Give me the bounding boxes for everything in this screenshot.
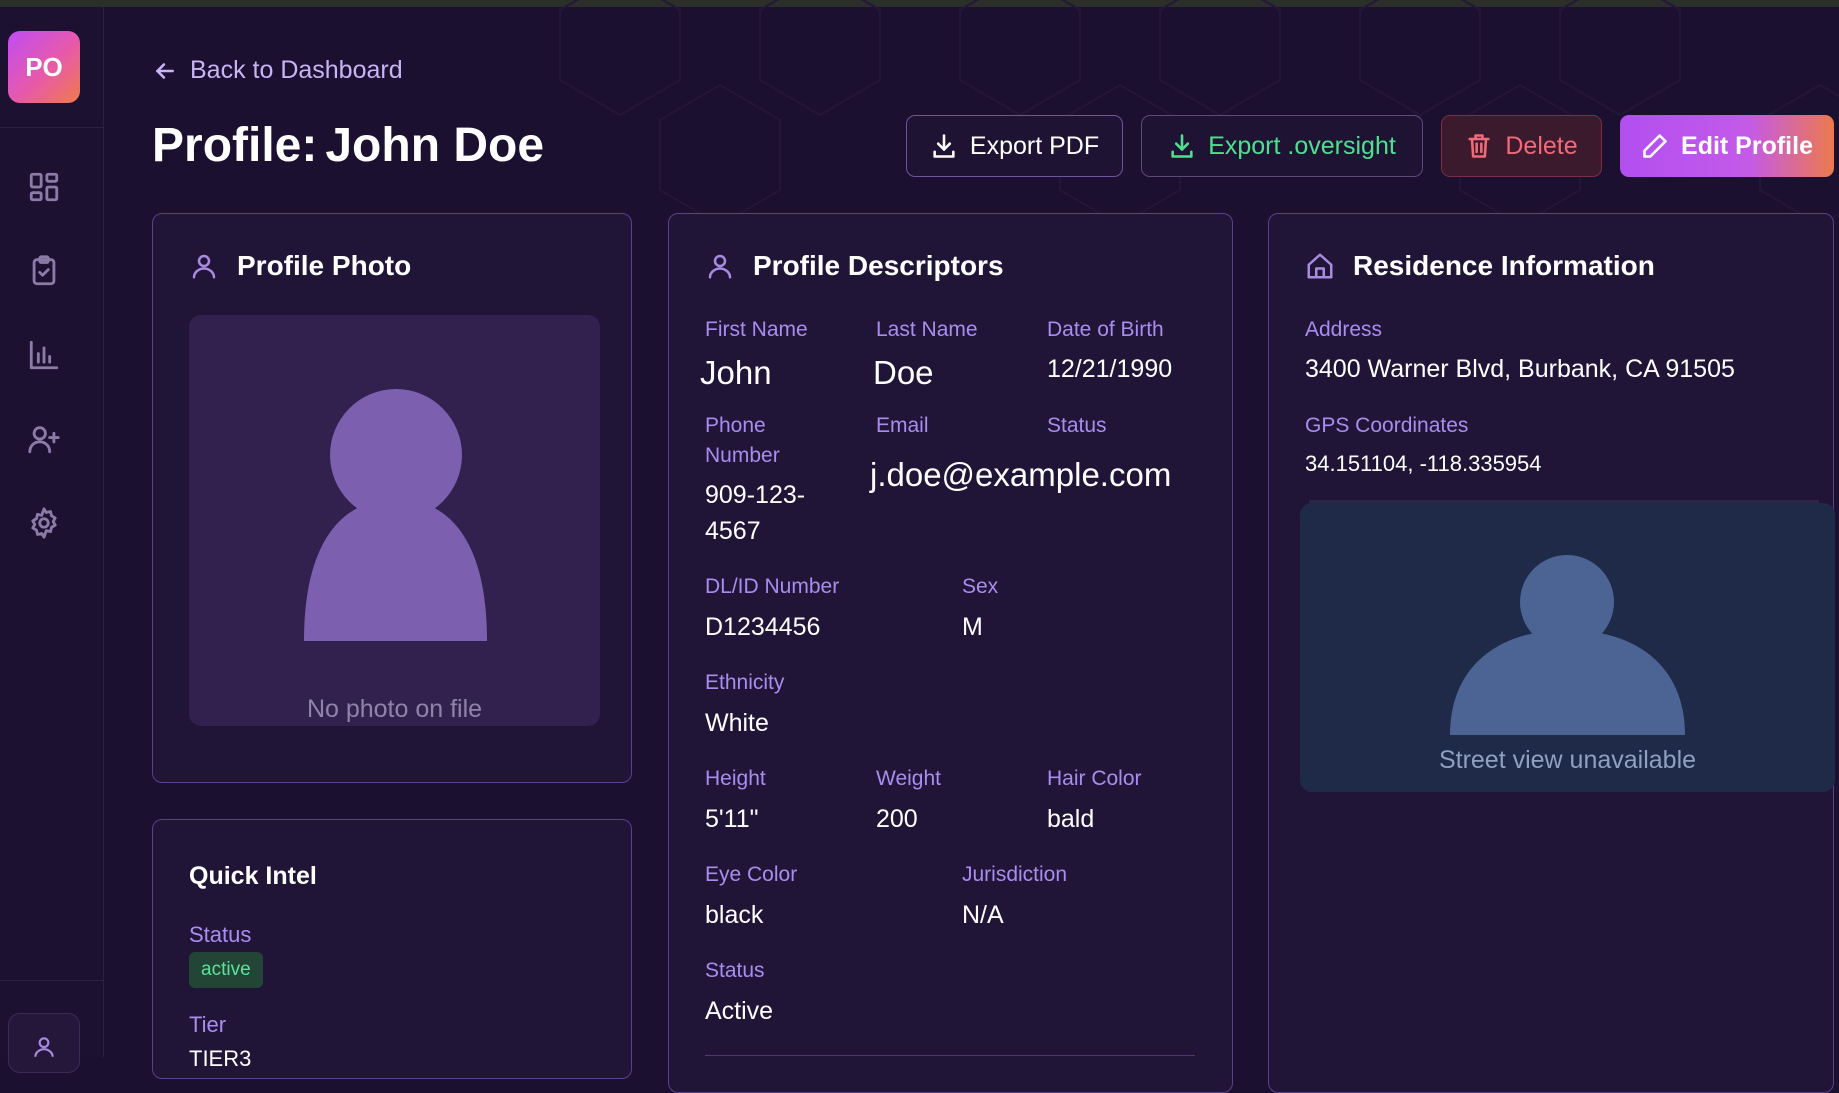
home-icon [1307, 253, 1333, 279]
sidebar-divider [0, 980, 103, 981]
jurisdiction-label: Jurisdiction [962, 863, 1068, 886]
dob-value: 12/21/1990 [1047, 355, 1173, 383]
section-divider [705, 1055, 1195, 1056]
intel-status-label: Status [189, 922, 252, 947]
gps-value: 34.151104, -118.335954 [1305, 451, 1542, 476]
bar-chart-icon[interactable] [25, 336, 63, 374]
no-photo-text: No photo on file [306, 695, 483, 723]
email-value: j.doe@example.com [870, 456, 1172, 493]
hair-color-value: bald [1047, 805, 1095, 833]
dl-id-label: DL/ID Number [705, 575, 840, 598]
weight-value: 200 [876, 805, 918, 833]
street-view-placeholder: Street view unavailable [1300, 503, 1835, 792]
export-oversight-button[interactable]: Export .oversight [1141, 115, 1423, 177]
user-icon [34, 1037, 54, 1057]
app-logo[interactable]: PO [8, 31, 80, 103]
status-badge: active [189, 952, 263, 988]
user-icon [708, 254, 732, 279]
quick-intel-card: Quick Intel Status active Tier TIER3 [152, 819, 632, 1079]
residence-information-card: Residence Information Address 3400 Warne… [1268, 213, 1835, 1093]
profile-photo-title: Profile Photo [237, 250, 412, 281]
page-title-prefix: Profile: [152, 119, 318, 172]
user-icon [192, 254, 216, 279]
last-name-label: Last Name [876, 318, 978, 341]
phone-value: 909-123-4567 [705, 481, 806, 545]
delete-label: Delete [1505, 131, 1578, 160]
intel-tier-label: Tier [189, 1012, 227, 1037]
jurisdiction-value: N/A [962, 901, 1004, 929]
first-name-label: First Name [705, 318, 808, 341]
height-value: 5'11" [705, 805, 759, 833]
profile-descriptors-title: Profile Descriptors [753, 250, 1004, 281]
ethnicity-label: Ethnicity [705, 671, 785, 694]
gear-icon[interactable] [25, 504, 63, 542]
user-plus-icon[interactable] [25, 420, 63, 458]
page-title: Profile: John Doe [152, 118, 544, 173]
intel-tier-value: TIER3 [189, 1046, 252, 1071]
trash-icon [1468, 134, 1490, 158]
gps-label: GPS Coordinates [1305, 414, 1469, 437]
hair-color-label: Hair Color [1047, 767, 1142, 790]
download-icon [1171, 134, 1193, 158]
profile-descriptors-card: Profile Descriptors First Name John Last… [668, 213, 1233, 1093]
pencil-icon [1643, 134, 1667, 158]
last-name-value: Doe [873, 354, 934, 391]
dob-label: Date of Birth [1047, 318, 1164, 341]
first-name-value: John [700, 354, 772, 391]
address-label: Address [1305, 318, 1383, 341]
height-label: Height [705, 767, 766, 790]
sex-value: M [962, 613, 983, 641]
back-to-dashboard-link[interactable]: Back to Dashboard [152, 56, 403, 85]
phone-label: Phone Number [705, 414, 780, 467]
export-pdf-button[interactable]: Export PDF [906, 115, 1123, 177]
sidebar: PO [0, 7, 104, 1073]
dl-id-value: D1234456 [705, 613, 821, 641]
profile-photo-card: Profile Photo No photo on file [152, 213, 632, 783]
sidebar-divider [0, 127, 103, 128]
page-title-name: John Doe [325, 119, 545, 172]
address-value: 3400 Warner Blvd, Burbank, CA 91505 [1305, 355, 1735, 383]
export-pdf-label: Export PDF [969, 131, 1100, 160]
edit-profile-label: Edit Profile [1681, 131, 1813, 160]
delete-button[interactable]: Delete [1441, 115, 1602, 177]
arrow-left-icon [156, 62, 174, 79]
user-menu-button[interactable] [8, 1013, 80, 1073]
status-value: Active [705, 997, 774, 1025]
street-view-unavailable-text: Street view unavailable [1438, 746, 1697, 774]
profile-photo-header: Profile Photo [189, 250, 411, 282]
weight-label: Weight [876, 767, 941, 790]
street-view-silhouette-icon [1450, 555, 1685, 735]
quick-intel-title: Quick Intel [189, 862, 317, 890]
photo-placeholder: No photo on file [189, 315, 600, 726]
export-oversight-label: Export .oversight [1208, 131, 1396, 160]
clipboard-check-icon[interactable] [25, 252, 63, 290]
edit-profile-button[interactable]: Edit Profile [1620, 115, 1834, 177]
email-label: Email [876, 414, 929, 437]
ethnicity-value: White [705, 709, 769, 737]
avatar-silhouette-icon [304, 389, 487, 641]
profile-descriptors-header: Profile Descriptors [705, 250, 1004, 282]
dashboard-grid-icon[interactable] [25, 168, 63, 206]
download-icon [933, 134, 955, 158]
sex-label: Sex [962, 575, 999, 598]
residence-title: Residence Information [1353, 250, 1655, 281]
descriptor-status-label: Status [1047, 414, 1107, 437]
back-label: Back to Dashboard [190, 56, 403, 84]
eye-color-label: Eye Color [705, 863, 798, 886]
residence-header: Residence Information [1305, 250, 1655, 282]
status-label: Status [705, 959, 765, 982]
eye-color-value: black [705, 901, 764, 929]
